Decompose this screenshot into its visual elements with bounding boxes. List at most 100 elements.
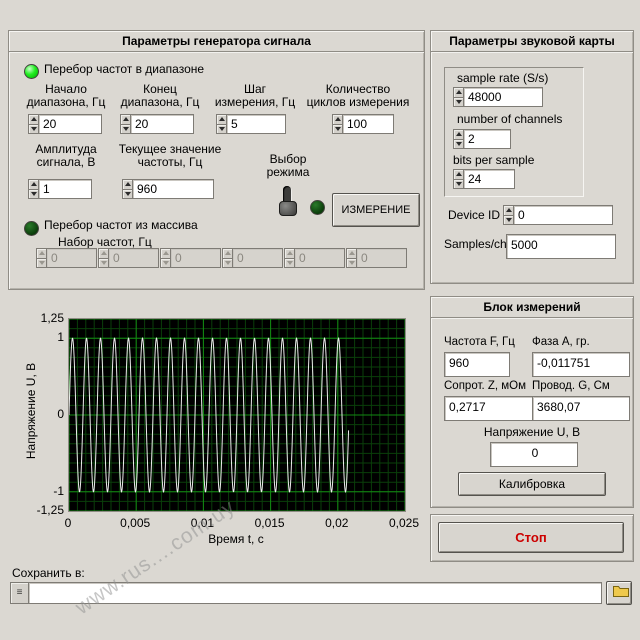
increment-icon[interactable] bbox=[284, 248, 295, 259]
decrement-icon[interactable] bbox=[503, 216, 514, 226]
decrement-icon[interactable] bbox=[222, 259, 233, 269]
channels-value[interactable]: 2 bbox=[464, 129, 511, 149]
save-path-control[interactable]: ≡ bbox=[10, 582, 602, 604]
phase-label: Фаза A, гр. bbox=[532, 336, 590, 349]
increment-icon[interactable] bbox=[36, 248, 47, 259]
increment-icon[interactable] bbox=[453, 169, 464, 180]
spinner-arrows[interactable] bbox=[98, 248, 109, 268]
frequency-indicator: 960 bbox=[444, 352, 510, 377]
increment-icon[interactable] bbox=[98, 248, 109, 259]
decrement-icon[interactable] bbox=[120, 125, 131, 135]
decrement-icon[interactable] bbox=[216, 125, 227, 135]
decrement-icon[interactable] bbox=[346, 259, 357, 269]
channels-spinner[interactable]: 2 bbox=[453, 129, 511, 149]
spinner-arrows[interactable] bbox=[28, 179, 39, 199]
increment-icon[interactable] bbox=[122, 179, 133, 190]
spinner-arrows[interactable] bbox=[122, 179, 133, 199]
spinner-arrows[interactable] bbox=[453, 129, 464, 149]
freq-array-element-3[interactable]: 0 bbox=[222, 248, 283, 268]
increment-icon[interactable] bbox=[28, 114, 39, 125]
decrement-icon[interactable] bbox=[98, 259, 109, 269]
increment-icon[interactable] bbox=[503, 205, 514, 216]
device-id-value[interactable]: 0 bbox=[514, 205, 613, 225]
spinner-arrows[interactable] bbox=[216, 114, 227, 134]
freq-array-value-4[interactable]: 0 bbox=[295, 248, 345, 268]
decrement-icon[interactable] bbox=[332, 125, 343, 135]
bits-value[interactable]: 24 bbox=[464, 169, 515, 189]
measure-button[interactable]: ИЗМЕРЕНИЕ bbox=[332, 193, 420, 227]
freq-array-value-5[interactable]: 0 bbox=[357, 248, 407, 268]
cycles-spinner[interactable]: 100 bbox=[332, 114, 394, 134]
amplitude-spinner[interactable]: 1 bbox=[28, 179, 92, 199]
decrement-icon[interactable] bbox=[453, 98, 464, 108]
spinner-arrows[interactable] bbox=[160, 248, 171, 268]
x-tick-label: 0,005 bbox=[113, 516, 157, 530]
freq-array-element-1[interactable]: 0 bbox=[98, 248, 159, 268]
calibrate-button[interactable]: Калибровка bbox=[458, 472, 606, 496]
browse-folder-button[interactable] bbox=[606, 581, 632, 605]
sample-rate-spinner[interactable]: 48000 bbox=[453, 87, 543, 107]
x-tick-label: 0,02 bbox=[315, 516, 359, 530]
freq-array-element-5[interactable]: 0 bbox=[346, 248, 407, 268]
y-tick-label: 0 bbox=[20, 407, 64, 421]
signal-generator-panel: Параметры генератора сигнала Перебор час… bbox=[8, 30, 425, 290]
cycles-value[interactable]: 100 bbox=[343, 114, 394, 134]
freq-array-value-2[interactable]: 0 bbox=[171, 248, 221, 268]
toggle-knob[interactable] bbox=[279, 201, 297, 216]
increment-icon[interactable] bbox=[120, 114, 131, 125]
current-freq-value[interactable]: 960 bbox=[133, 179, 214, 199]
spinner-arrows[interactable] bbox=[120, 114, 131, 134]
decrement-icon[interactable] bbox=[36, 259, 47, 269]
spinner-arrows[interactable] bbox=[28, 114, 39, 134]
path-type-icon[interactable]: ≡ bbox=[10, 582, 29, 604]
increment-icon[interactable] bbox=[346, 248, 357, 259]
decrement-icon[interactable] bbox=[284, 259, 295, 269]
freq-array-element-0[interactable]: 0 bbox=[36, 248, 97, 268]
spinner-arrows[interactable] bbox=[453, 169, 464, 189]
end-range-value[interactable]: 20 bbox=[131, 114, 194, 134]
decrement-icon[interactable] bbox=[28, 190, 39, 200]
spinner-arrows[interactable] bbox=[332, 114, 343, 134]
freq-array-value-0[interactable]: 0 bbox=[47, 248, 97, 268]
increment-icon[interactable] bbox=[160, 248, 171, 259]
spinner-arrows[interactable] bbox=[503, 205, 514, 225]
spinner-arrows[interactable] bbox=[284, 248, 295, 268]
decrement-icon[interactable] bbox=[122, 190, 133, 200]
decrement-icon[interactable] bbox=[28, 125, 39, 135]
stop-button[interactable]: Стоп bbox=[438, 522, 624, 553]
spinner-arrows[interactable] bbox=[222, 248, 233, 268]
current-freq-spinner[interactable]: 960 bbox=[122, 179, 214, 199]
start-range-value[interactable]: 20 bbox=[39, 114, 102, 134]
spinner-arrows[interactable] bbox=[36, 248, 47, 268]
freq-array-element-2[interactable]: 0 bbox=[160, 248, 221, 268]
decrement-icon[interactable] bbox=[160, 259, 171, 269]
amplitude-value[interactable]: 1 bbox=[39, 179, 92, 199]
freq-array-value-1[interactable]: 0 bbox=[109, 248, 159, 268]
spinner-arrows[interactable] bbox=[346, 248, 357, 268]
decrement-icon[interactable] bbox=[453, 180, 464, 190]
range-sweep-led bbox=[24, 64, 39, 79]
spinner-arrows[interactable] bbox=[453, 87, 464, 107]
decrement-icon[interactable] bbox=[453, 140, 464, 150]
bits-spinner[interactable]: 24 bbox=[453, 169, 515, 189]
freq-array-element-4[interactable]: 0 bbox=[284, 248, 345, 268]
increment-icon[interactable] bbox=[453, 129, 464, 140]
freq-array-value-3[interactable]: 0 bbox=[233, 248, 283, 268]
mode-toggle[interactable] bbox=[278, 184, 296, 216]
increment-icon[interactable] bbox=[453, 87, 464, 98]
sample-rate-value[interactable]: 48000 bbox=[464, 87, 543, 107]
conductance-indicator: 3680,07 bbox=[532, 396, 630, 421]
mode-led bbox=[310, 200, 325, 215]
step-value[interactable]: 5 bbox=[227, 114, 286, 134]
increment-icon[interactable] bbox=[216, 114, 227, 125]
end-range-spinner[interactable]: 20 bbox=[120, 114, 194, 134]
sound-card-content: sample rate (S/s) 48000 number of channe… bbox=[432, 52, 632, 282]
increment-icon[interactable] bbox=[28, 179, 39, 190]
step-spinner[interactable]: 5 bbox=[216, 114, 286, 134]
increment-icon[interactable] bbox=[332, 114, 343, 125]
save-path-input[interactable] bbox=[29, 582, 602, 604]
samples-per-ch-field[interactable]: 5000 bbox=[506, 234, 616, 259]
start-range-spinner[interactable]: 20 bbox=[28, 114, 102, 134]
device-id-spinner[interactable]: 0 bbox=[503, 205, 613, 225]
increment-icon[interactable] bbox=[222, 248, 233, 259]
